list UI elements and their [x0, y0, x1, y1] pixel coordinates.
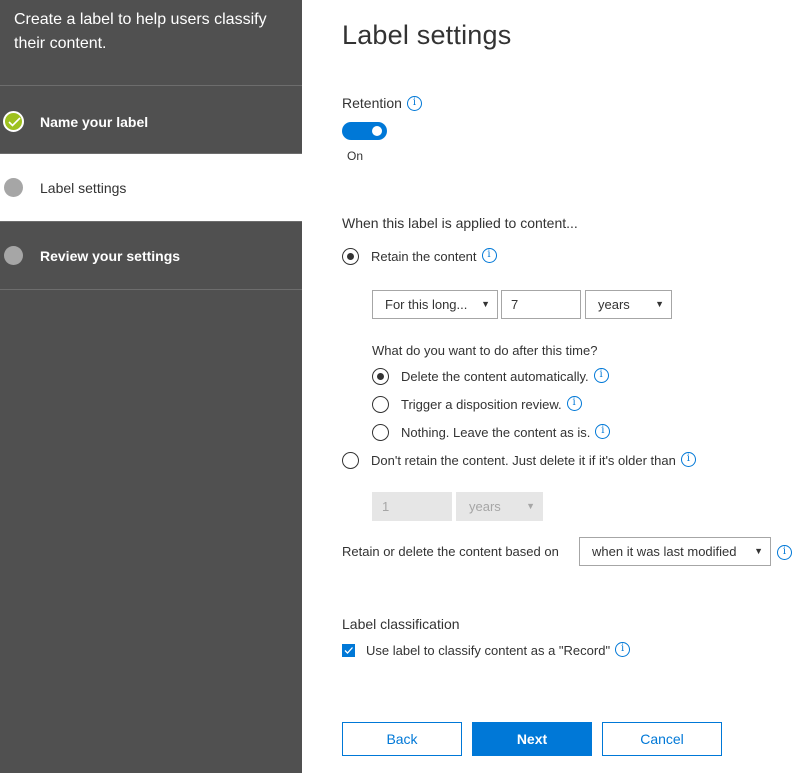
info-icon[interactable]: i [406, 95, 422, 111]
select-value: For this long... [385, 297, 468, 312]
caret-down-icon: ▼ [481, 299, 490, 309]
leave-content-radio[interactable]: Nothing. Leave the content as is. i [372, 424, 611, 441]
info-icon[interactable]: i [777, 545, 792, 560]
back-button[interactable]: Back [342, 722, 462, 756]
dont-retain-radio[interactable]: Don't retain the content. Just delete it… [342, 452, 696, 469]
step-review-your-settings[interactable]: Review your settings [0, 222, 302, 289]
radio-unchecked-icon [342, 452, 359, 469]
basis-select[interactable]: when it was last modified ▼ [579, 537, 771, 566]
radio-label: Delete the content automatically. [401, 369, 589, 384]
step-label: Label settings [40, 179, 127, 196]
info-icon[interactable]: i [566, 396, 582, 411]
radio-label: Don't retain the content. Just delete it… [371, 453, 676, 468]
step-label-settings[interactable]: Label settings [0, 154, 302, 221]
cancel-button[interactable]: Cancel [602, 722, 722, 756]
delete-automatically-radio[interactable]: Delete the content automatically. i [372, 368, 609, 385]
select-value: years [469, 499, 501, 514]
retention-heading: Retention i [342, 95, 422, 112]
caret-down-icon: ▼ [754, 546, 763, 556]
record-classification-checkbox[interactable]: Use label to classify content as a "Reco… [342, 642, 631, 658]
duration-type-select[interactable]: For this long... ▼ [372, 290, 498, 319]
checkbox-label: Use label to classify content as a "Reco… [366, 643, 611, 658]
retain-content-radio[interactable]: Retain the content i [342, 248, 497, 265]
info-icon[interactable]: i [481, 248, 497, 263]
select-value: when it was last modified [592, 544, 737, 559]
radio-label: Nothing. Leave the content as is. [401, 425, 591, 440]
step-completed-check-icon [3, 111, 24, 132]
radio-checked-icon [372, 368, 389, 385]
retention-heading-text: Retention [342, 95, 402, 111]
info-icon[interactable]: i [615, 642, 631, 657]
caret-down-icon: ▼ [526, 501, 535, 511]
delete-age-input[interactable]: 1 [372, 492, 452, 521]
checkbox-checked-icon [342, 644, 355, 657]
basis-label: Retain or delete the content based on [342, 544, 559, 559]
select-value: years [598, 297, 630, 312]
info-icon[interactable]: i [593, 368, 609, 383]
caret-down-icon: ▼ [655, 299, 664, 309]
wizard-sidebar: Create a label to help users classify th… [0, 0, 302, 773]
sidebar-divider [0, 289, 302, 290]
delete-age-unit-select[interactable]: years ▼ [456, 492, 543, 521]
radio-unchecked-icon [372, 396, 389, 413]
radio-unchecked-icon [372, 424, 389, 441]
page-title: Label settings [342, 20, 512, 50]
applied-heading: When this label is applied to content... [342, 215, 578, 231]
step-label: Name your label [40, 113, 149, 130]
step-name-your-label[interactable]: Name your label [0, 88, 302, 155]
info-icon[interactable]: i [595, 424, 611, 439]
sidebar-intro-text: Create a label to help users classify th… [14, 11, 267, 52]
sidebar-divider [0, 85, 302, 86]
info-icon[interactable]: i [680, 452, 696, 467]
disposition-review-radio[interactable]: Trigger a disposition review. i [372, 396, 582, 413]
after-time-question: What do you want to do after this time? [372, 343, 598, 358]
next-button[interactable]: Next [472, 722, 592, 756]
main-panel: Label settings Retention i On When this l… [302, 0, 810, 773]
step-pending-dot-icon [4, 178, 23, 197]
step-pending-dot-icon [4, 246, 23, 265]
duration-unit-select[interactable]: years ▼ [585, 290, 672, 319]
radio-checked-icon [342, 248, 359, 265]
duration-value-input[interactable]: 7 [501, 290, 581, 319]
retention-toggle-state: On [347, 149, 364, 163]
radio-label: Trigger a disposition review. [401, 397, 562, 412]
radio-label: Retain the content [371, 249, 477, 264]
classification-heading: Label classification [342, 616, 460, 632]
retention-toggle[interactable] [342, 122, 387, 140]
toggle-knob [372, 126, 382, 136]
step-label: Review your settings [40, 247, 181, 264]
